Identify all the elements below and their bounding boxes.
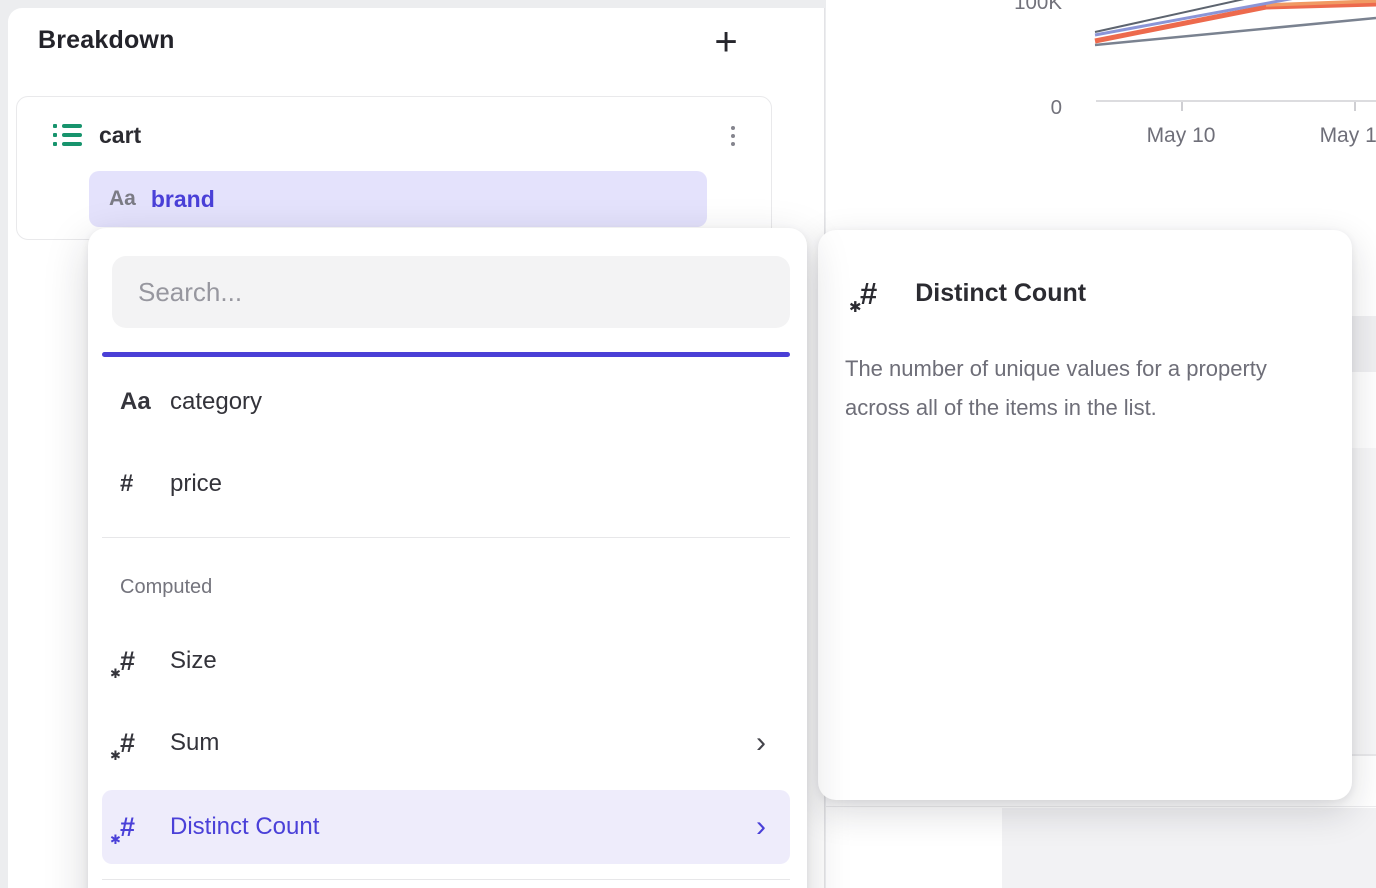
computed-number-icon: # ✱: [120, 730, 135, 757]
x-axis-line: [1096, 100, 1376, 102]
background-table-band: [1002, 808, 1376, 888]
distinct-count-icon: # ✱: [860, 278, 877, 309]
search-box: [112, 256, 790, 328]
computed-section-label: Computed: [102, 576, 790, 599]
list-name: cart: [99, 122, 141, 149]
tooltip-description: The number of unique values for a proper…: [845, 349, 1312, 427]
x-axis-label-may10: May 10: [1126, 124, 1236, 148]
search-input[interactable]: [112, 256, 790, 328]
star-icon: ✱: [110, 833, 121, 846]
background-table-band: [1352, 316, 1376, 372]
computed-number-icon: # ✱: [120, 814, 135, 841]
computed-option-sum[interactable]: # ✱ Sum ›: [102, 708, 790, 778]
selected-property-chip[interactable]: Aa brand: [89, 171, 707, 227]
divider: [102, 537, 790, 538]
background-divider: [1352, 754, 1376, 756]
breakdown-header: Breakdown +: [8, 8, 824, 78]
detail-tooltip: # ✱ Distinct Count The number of unique …: [818, 230, 1352, 800]
x-axis-tick: [1181, 102, 1183, 111]
submenu-chevron-icon: ›: [756, 728, 790, 758]
list-icon: [53, 124, 82, 146]
x-axis-tick: [1354, 102, 1356, 111]
tooltip-title: Distinct Count: [915, 279, 1086, 308]
number-type-icon: #: [120, 470, 170, 498]
text-type-icon: Aa: [120, 388, 170, 416]
property-dropdown: Aa category # price Computed # ✱ Size # …: [88, 228, 807, 888]
text-type-icon: Aa: [109, 187, 136, 211]
breakdown-card: cart Aa brand: [16, 96, 772, 240]
active-tab-indicator: [102, 352, 790, 357]
star-icon: ✱: [849, 300, 862, 315]
y-axis-label-max: 100K: [926, 0, 1062, 15]
star-icon: ✱: [110, 749, 121, 762]
line-chart: [1066, 0, 1376, 60]
property-option-category[interactable]: Aa category: [102, 367, 790, 437]
plus-icon: +: [714, 22, 737, 62]
tooltip-header: # ✱ Distinct Count: [818, 230, 1352, 309]
background-divider: [826, 806, 1376, 807]
star-icon: ✱: [110, 667, 121, 680]
more-options-button[interactable]: [723, 123, 743, 149]
divider: [102, 879, 790, 880]
background-table-band: [1352, 448, 1376, 754]
list-selector[interactable]: cart: [53, 119, 141, 151]
submenu-chevron-icon: ›: [756, 812, 790, 842]
x-axis-label-may17: May 17: [1299, 124, 1376, 148]
computed-option-size[interactable]: # ✱ Size: [102, 626, 790, 696]
breakdown-title: Breakdown: [38, 26, 175, 55]
computed-option-distinct-count[interactable]: # ✱ Distinct Count ›: [102, 790, 790, 864]
y-axis-label-zero: 0: [926, 96, 1062, 120]
kebab-icon: [731, 126, 735, 130]
add-breakdown-button[interactable]: +: [700, 16, 752, 68]
computed-number-icon: # ✱: [120, 648, 135, 675]
property-option-price[interactable]: # price: [102, 449, 790, 519]
selected-property-name: brand: [151, 186, 215, 213]
